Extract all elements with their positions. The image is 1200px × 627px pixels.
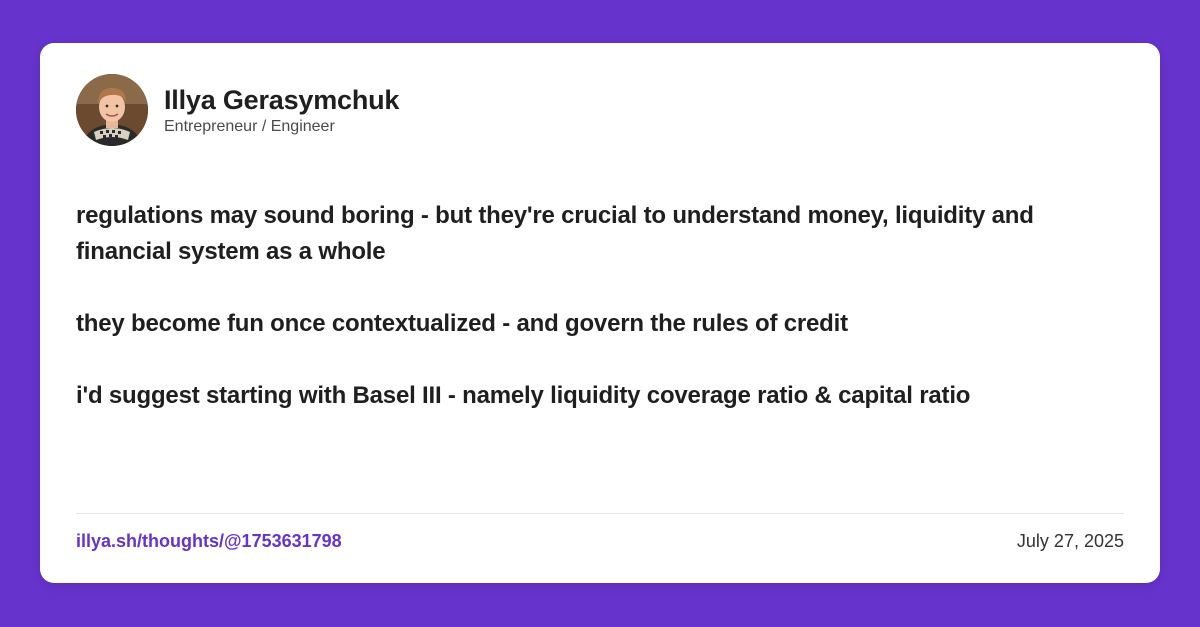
avatar-image: [76, 74, 148, 146]
author-name: Illya Gerasymchuk: [164, 84, 400, 115]
author-role: Entrepreneur / Engineer: [164, 117, 335, 135]
post-paragraph: they become fun once contextualized - an…: [76, 310, 848, 337]
post-card: Illya Gerasymchuk Entrepreneur / Enginee…: [40, 43, 1160, 583]
author-header: Illya Gerasymchuk Entrepreneur / Enginee…: [76, 74, 399, 146]
footer-divider: [76, 513, 1124, 514]
author-identity: Illya Gerasymchuk Entrepreneur / Enginee…: [164, 84, 399, 137]
post-date: July 27, 2025: [1016, 531, 1124, 551]
post-paragraph: regulations may sound boring - but they'…: [76, 202, 1034, 265]
post-paragraph: i'd suggest starting with Basel III - na…: [76, 382, 971, 409]
post-permalink[interactable]: illya.sh/thoughts/@1753631798: [76, 530, 342, 552]
avatar: [76, 74, 148, 146]
post-body: regulations may sound boring - but they'…: [76, 198, 1126, 450]
